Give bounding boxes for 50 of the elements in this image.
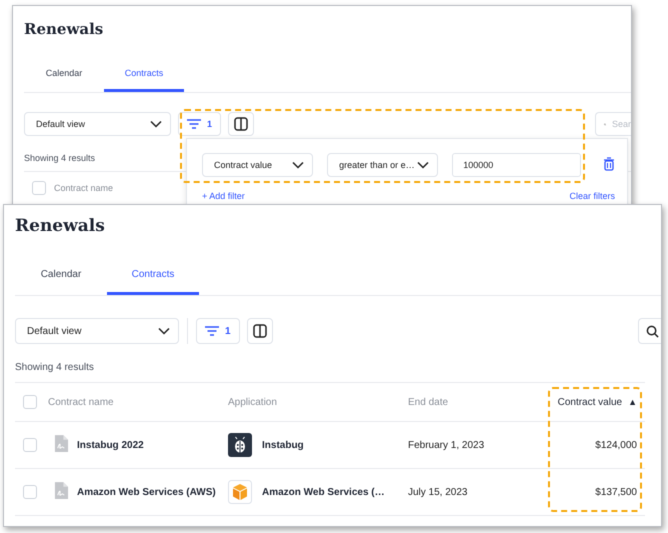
- page-title: Renewals: [15, 216, 105, 236]
- column-header[interactable]: Contract name: [54, 183, 114, 193]
- chevron-down-icon: [292, 161, 304, 169]
- tab[interactable]: Calendar: [24, 56, 104, 92]
- checkbox[interactable]: [23, 485, 37, 499]
- chevron-down-icon: [417, 161, 430, 169]
- filter-icon: [187, 119, 201, 129]
- view-select[interactable]: Default view: [15, 318, 179, 344]
- contract-name[interactable]: Amazon Web Services (AWS): [77, 486, 216, 498]
- column-header[interactable]: End date: [408, 396, 448, 408]
- end-date: July 15, 2023: [408, 486, 468, 498]
- columns-icon: [234, 117, 248, 131]
- trash-icon[interactable]: [602, 157, 615, 171]
- columns-icon: [252, 324, 267, 338]
- search-button[interactable]: [638, 318, 661, 344]
- tab[interactable]: Contracts: [104, 56, 184, 92]
- contract-value: $124,000: [595, 440, 637, 450]
- columns-button[interactable]: [228, 112, 254, 136]
- application-name: Instabug: [262, 440, 304, 450]
- contract-name[interactable]: Instabug 2022: [77, 440, 144, 450]
- filter-button[interactable]: 1: [196, 318, 240, 344]
- tab[interactable]: Calendar: [15, 257, 107, 295]
- document-icon: [54, 434, 69, 453]
- checkbox[interactable]: [32, 181, 46, 195]
- clear-filters-link[interactable]: Clear filters: [569, 191, 615, 201]
- page-title: Renewals: [24, 20, 104, 38]
- operator-select[interactable]: greater than or e…: [327, 153, 438, 177]
- filter-icon: [205, 326, 219, 336]
- column-header[interactable]: Contract value ▲: [558, 396, 637, 408]
- end-date: February 1, 2023: [408, 440, 484, 450]
- contract-value: $137,500: [595, 486, 637, 498]
- checkbox[interactable]: [23, 395, 37, 409]
- columns-button[interactable]: [246, 318, 273, 344]
- column-header[interactable]: Contract name: [48, 396, 114, 408]
- value-field[interactable]: 100000: [452, 153, 581, 177]
- view-select[interactable]: Default view: [24, 112, 171, 136]
- chevron-down-icon: [150, 120, 162, 128]
- checkbox[interactable]: [23, 438, 37, 452]
- chevron-down-icon: [158, 327, 170, 335]
- document-icon: [54, 481, 69, 500]
- tab[interactable]: Contracts: [107, 257, 199, 295]
- field-select[interactable]: Contract value: [202, 153, 314, 177]
- application-name: Amazon Web Services (…: [262, 486, 385, 498]
- results-count: Showing 4 results: [15, 362, 94, 373]
- results-count: Showing 4 results: [24, 153, 96, 163]
- cube-icon: [228, 480, 252, 504]
- filter-button[interactable]: 1: [178, 112, 222, 136]
- add-filter-link[interactable]: + Add filter: [202, 191, 245, 201]
- ladybug-icon: [228, 433, 252, 457]
- column-header[interactable]: Application: [228, 396, 277, 408]
